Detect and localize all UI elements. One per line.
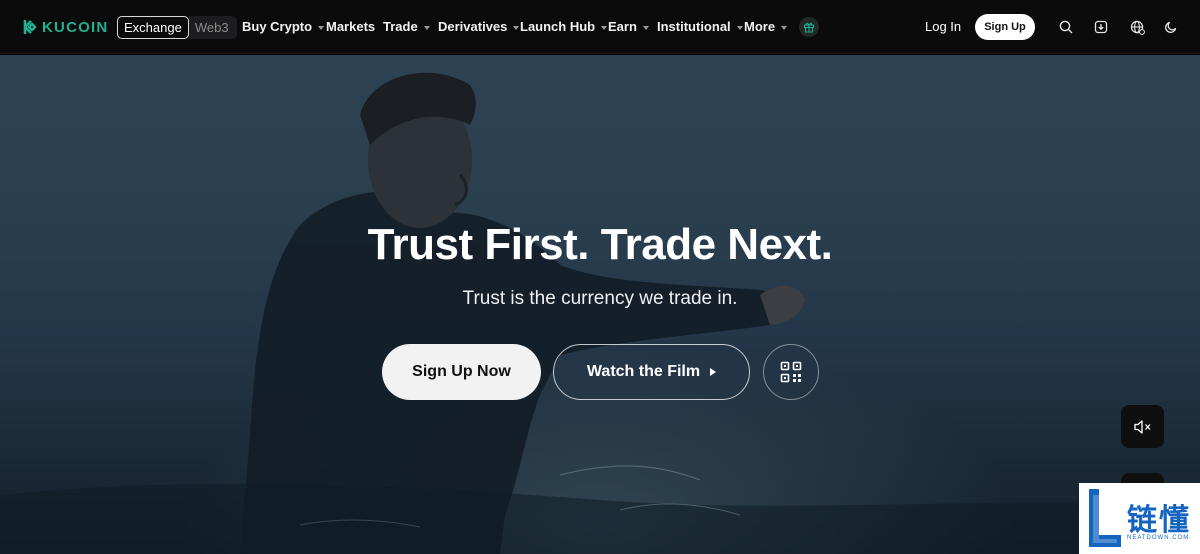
nav-label: Derivatives — [438, 19, 508, 34]
watch-film-label: Watch the Film — [586, 363, 701, 380]
chevron-down-icon — [423, 25, 430, 30]
nav-launch-hub[interactable]: Launch Hub — [520, 19, 608, 34]
speaker-muted-icon — [1133, 419, 1150, 434]
watermark-logo: 链懂 NEATDOWN.COM — [1079, 483, 1200, 554]
chevron-down-icon — [781, 25, 788, 30]
nav-label: Buy Crypto — [242, 19, 313, 34]
qr-code-button[interactable] — [763, 344, 819, 400]
watch-film-button[interactable]: Watch the Film — [553, 344, 750, 400]
nav-buy-crypto[interactable]: Buy Crypto — [242, 19, 325, 34]
search-button[interactable] — [1056, 17, 1076, 37]
chevron-down-icon — [601, 25, 608, 30]
hero-subtitle: Trust is the currency we trade in. — [462, 288, 738, 309]
play-icon — [710, 368, 717, 376]
login-link[interactable]: Log In — [925, 19, 961, 34]
gift-button[interactable] — [799, 17, 819, 37]
hero-title: Trust First. Trade Next. — [367, 220, 833, 269]
chevron-down-icon — [736, 25, 743, 30]
chevron-down-icon — [642, 25, 649, 30]
nav-label: Launch Hub — [520, 19, 596, 34]
nav-trade[interactable]: Trade — [383, 19, 430, 34]
qr-code-icon — [780, 361, 802, 383]
nav-label: More — [744, 19, 776, 34]
nav-more[interactable]: More — [744, 19, 788, 34]
download-icon — [1094, 20, 1108, 34]
nav-label: Trade — [383, 19, 418, 34]
gift-icon — [804, 22, 814, 33]
watermark-subtext: NEATDOWN.COM — [1127, 535, 1190, 541]
top-navbar: KUCOIN Exchange Web3 Buy Crypto Markets … — [0, 0, 1200, 54]
mute-toggle-button[interactable] — [1121, 405, 1164, 448]
download-button[interactable] — [1091, 17, 1111, 37]
kucoin-logo-icon — [23, 20, 37, 34]
chevron-down-icon — [318, 25, 325, 30]
nav-earn[interactable]: Earn — [608, 19, 649, 34]
nav-label: Markets — [326, 19, 376, 34]
watermark-text: 链懂 — [1127, 503, 1191, 538]
web3-tab[interactable]: Web3 — [188, 15, 237, 39]
hero-video-section: Trust First. Trade Next. Trust is the cu… — [0, 55, 1200, 554]
moon-icon — [1165, 21, 1177, 33]
nav-markets[interactable]: Markets — [326, 19, 375, 34]
exchange-web3-switch: Exchange Web3 — [117, 15, 237, 39]
nav-label: Earn — [608, 19, 637, 34]
globe-icon — [1130, 20, 1145, 35]
watermark-l-icon — [1089, 489, 1121, 547]
nav-label: Institutional — [657, 19, 731, 34]
search-icon — [1059, 20, 1073, 34]
exchange-tab[interactable]: Exchange — [117, 15, 189, 39]
theme-toggle-button[interactable] — [1161, 17, 1181, 37]
kucoin-logo[interactable]: KUCOIN — [18, 17, 108, 37]
nav-derivatives[interactable]: Derivatives — [438, 19, 520, 34]
brand-name: KUCOIN — [42, 18, 109, 36]
language-button[interactable] — [1127, 17, 1147, 37]
signup-button[interactable]: Sign Up — [975, 14, 1035, 40]
sign-up-now-button[interactable]: Sign Up Now — [382, 344, 541, 400]
nav-institutional[interactable]: Institutional — [657, 19, 743, 34]
chevron-down-icon — [513, 25, 520, 30]
